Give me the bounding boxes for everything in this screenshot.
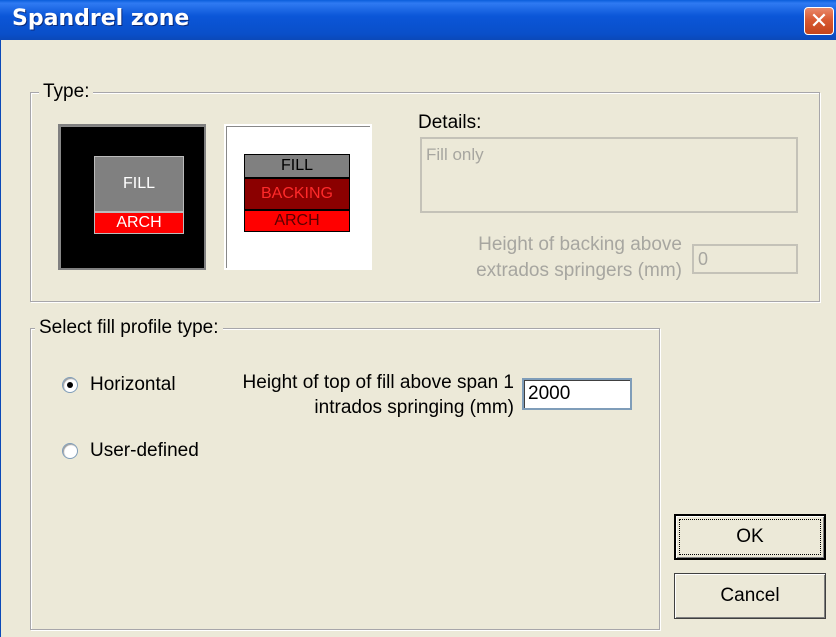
radio-user-defined-label: User-defined bbox=[90, 440, 199, 461]
fill-layer: FILL bbox=[244, 154, 350, 178]
radio-horizontal-label: Horizontal bbox=[90, 374, 176, 395]
cancel-button[interactable]: Cancel bbox=[674, 573, 826, 619]
radio-dot-icon bbox=[67, 382, 73, 388]
details-label: Details: bbox=[418, 112, 482, 133]
radio-horizontal[interactable]: Horizontal bbox=[62, 374, 176, 396]
type-tile-fill-backing[interactable]: FILL BACKING ARCH bbox=[224, 124, 372, 270]
title-bar[interactable]: Spandrel zone ✕ bbox=[0, 0, 836, 40]
fill-layer: FILL bbox=[94, 156, 184, 212]
radio-button-unchecked[interactable] bbox=[62, 443, 78, 459]
fill-height-input[interactable] bbox=[522, 378, 632, 410]
window-title: Spandrel zone bbox=[12, 6, 190, 31]
details-text: Fill only bbox=[426, 145, 484, 164]
radio-user-defined[interactable]: User-defined bbox=[62, 440, 199, 462]
fill-height-label: Height of top of fill above span 1 intra… bbox=[242, 372, 514, 418]
type-tile-fill-only[interactable]: FILL ARCH bbox=[58, 124, 206, 270]
radio-button-checked[interactable] bbox=[62, 377, 78, 393]
arch-layer: ARCH bbox=[244, 210, 350, 232]
close-icon: ✕ bbox=[809, 8, 829, 34]
ok-button[interactable]: OK bbox=[674, 514, 826, 560]
backing-height-label: Height of backing above extrados springe… bbox=[476, 234, 682, 281]
profile-group-legend: Select fill profile type: bbox=[35, 317, 223, 339]
arch-layer: ARCH bbox=[94, 212, 184, 234]
details-box: Fill only bbox=[420, 137, 798, 213]
type-group-legend: Type: bbox=[39, 81, 94, 103]
backing-height-input[interactable] bbox=[692, 244, 798, 274]
backing-layer: BACKING bbox=[244, 178, 350, 210]
close-button[interactable]: ✕ bbox=[804, 7, 834, 35]
